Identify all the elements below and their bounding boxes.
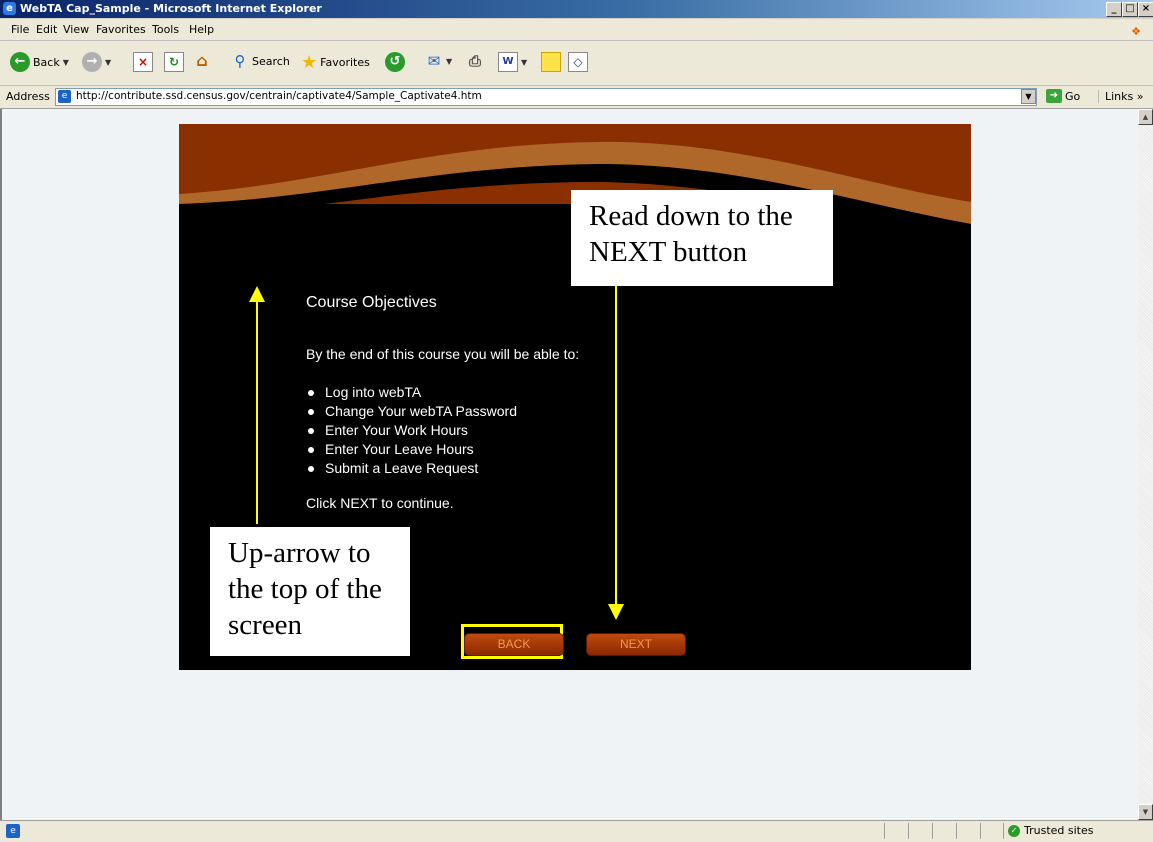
history-icon: ↺ — [385, 52, 405, 72]
scroll-down-button[interactable]: ▼ — [1138, 804, 1153, 820]
home-button[interactable]: ⌂ — [193, 52, 211, 70]
go-label: Go — [1065, 89, 1081, 103]
back-label: Back — [33, 55, 60, 69]
toolbar: ← Back ▼ → ▼ × ↻ ⌂ ⚲ Search ★ Favorites … — [0, 41, 1153, 86]
address-label: Address — [6, 90, 50, 103]
windows-logo-icon: ❖ — [1131, 25, 1141, 38]
security-zone[interactable]: ✓ Trusted sites — [1008, 824, 1094, 837]
page-status-icon: e — [6, 824, 20, 838]
diamond-icon: ◇ — [568, 52, 588, 72]
status-cell — [884, 823, 885, 839]
check-icon: ✓ — [1008, 824, 1020, 837]
forward-arrow-icon: → — [82, 52, 102, 72]
vertical-scrollbar[interactable]: ▲ ▼ — [1138, 109, 1153, 820]
status-cell — [932, 823, 933, 839]
chevron-down-icon: ▼ — [62, 57, 69, 67]
address-bar: Address e http://contribute.ssd.census.g… — [0, 86, 1153, 109]
minimize-button[interactable]: _ — [1106, 2, 1122, 17]
status-bar: e ✓ Trusted sites — [0, 820, 1153, 842]
edit-word-button[interactable]: W ▼ — [498, 52, 527, 72]
status-cell — [1003, 823, 1004, 839]
menu-file[interactable]: File — [11, 23, 29, 36]
go-button[interactable]: ➜ Go — [1046, 89, 1080, 103]
search-label: Search — [252, 54, 290, 68]
menu-edit[interactable]: Edit — [36, 23, 57, 36]
title-bar: e WebTA Cap_Sample - Microsoft Internet … — [0, 0, 1153, 18]
word-icon: W — [498, 52, 518, 72]
star-icon: ★ — [301, 52, 318, 73]
chevron-down-icon: ▼ — [521, 57, 528, 67]
ie-icon: e — [3, 2, 16, 15]
chevron-down-icon: ▼ — [446, 56, 453, 66]
print-button[interactable]: ⎙ — [466, 52, 484, 70]
stop-button[interactable]: × — [133, 52, 153, 72]
messenger-button[interactable]: ◇ — [568, 52, 588, 72]
mail-icon: ✉ — [427, 52, 441, 70]
browser-viewport: Course Objectives By the end of this cou… — [0, 109, 1140, 820]
maximize-button[interactable]: □ — [1122, 2, 1138, 17]
home-icon: ⌂ — [196, 51, 208, 70]
print-icon: ⎙ — [468, 52, 481, 70]
favorites-label: Favorites — [320, 56, 370, 69]
search-icon: ⚲ — [234, 52, 246, 70]
menu-tools[interactable]: Tools — [152, 23, 179, 36]
note-button[interactable] — [541, 52, 561, 72]
favorites-button[interactable]: ★ Favorites — [301, 52, 370, 73]
chevron-down-icon: ▼ — [105, 57, 112, 67]
down-arrow-head — [608, 604, 624, 620]
refresh-icon: ↻ — [164, 52, 184, 72]
up-arrow-head — [249, 286, 265, 302]
menu-bar: File Edit View Favorites Tools Help ❖ — [0, 19, 1153, 41]
status-cell — [956, 823, 957, 839]
captivate-stage: Course Objectives By the end of this cou… — [179, 124, 971, 670]
back-button[interactable]: ← Back ▼ — [10, 52, 69, 72]
menu-favorites[interactable]: Favorites — [96, 23, 146, 36]
go-arrow-icon: ➜ — [1046, 89, 1062, 103]
note-icon — [541, 52, 561, 72]
close-button[interactable]: × — [1138, 2, 1153, 17]
address-url[interactable]: http://contribute.ssd.census.gov/centrai… — [76, 90, 482, 102]
read-down-callout: Read down to the NEXT button — [571, 190, 833, 286]
page-icon: e — [58, 90, 71, 103]
address-dropdown-button[interactable]: ▼ — [1021, 89, 1036, 104]
up-arrow-callout: Up-arrow to the top of the screen — [210, 527, 410, 656]
zone-label: Trusted sites — [1024, 824, 1094, 837]
links-button[interactable]: Links » — [1098, 90, 1144, 103]
menu-view[interactable]: View — [63, 23, 89, 36]
refresh-button[interactable]: ↻ — [164, 52, 184, 72]
window-title: WebTA Cap_Sample - Microsoft Internet Ex… — [20, 2, 322, 15]
status-cell — [980, 823, 981, 839]
search-button[interactable]: ⚲ Search — [231, 52, 290, 70]
back-arrow-icon: ← — [10, 52, 30, 72]
forward-button[interactable]: → ▼ — [82, 52, 111, 72]
mail-button[interactable]: ✉ ▼ — [425, 52, 452, 70]
history-button[interactable]: ↺ — [385, 52, 405, 72]
menu-help[interactable]: Help — [189, 23, 214, 36]
scroll-up-button[interactable]: ▲ — [1138, 109, 1153, 125]
address-input[interactable]: e http://contribute.ssd.census.gov/centr… — [55, 88, 1037, 106]
links-label: Links — [1105, 90, 1134, 103]
stop-icon: × — [133, 52, 153, 72]
status-cell — [908, 823, 909, 839]
